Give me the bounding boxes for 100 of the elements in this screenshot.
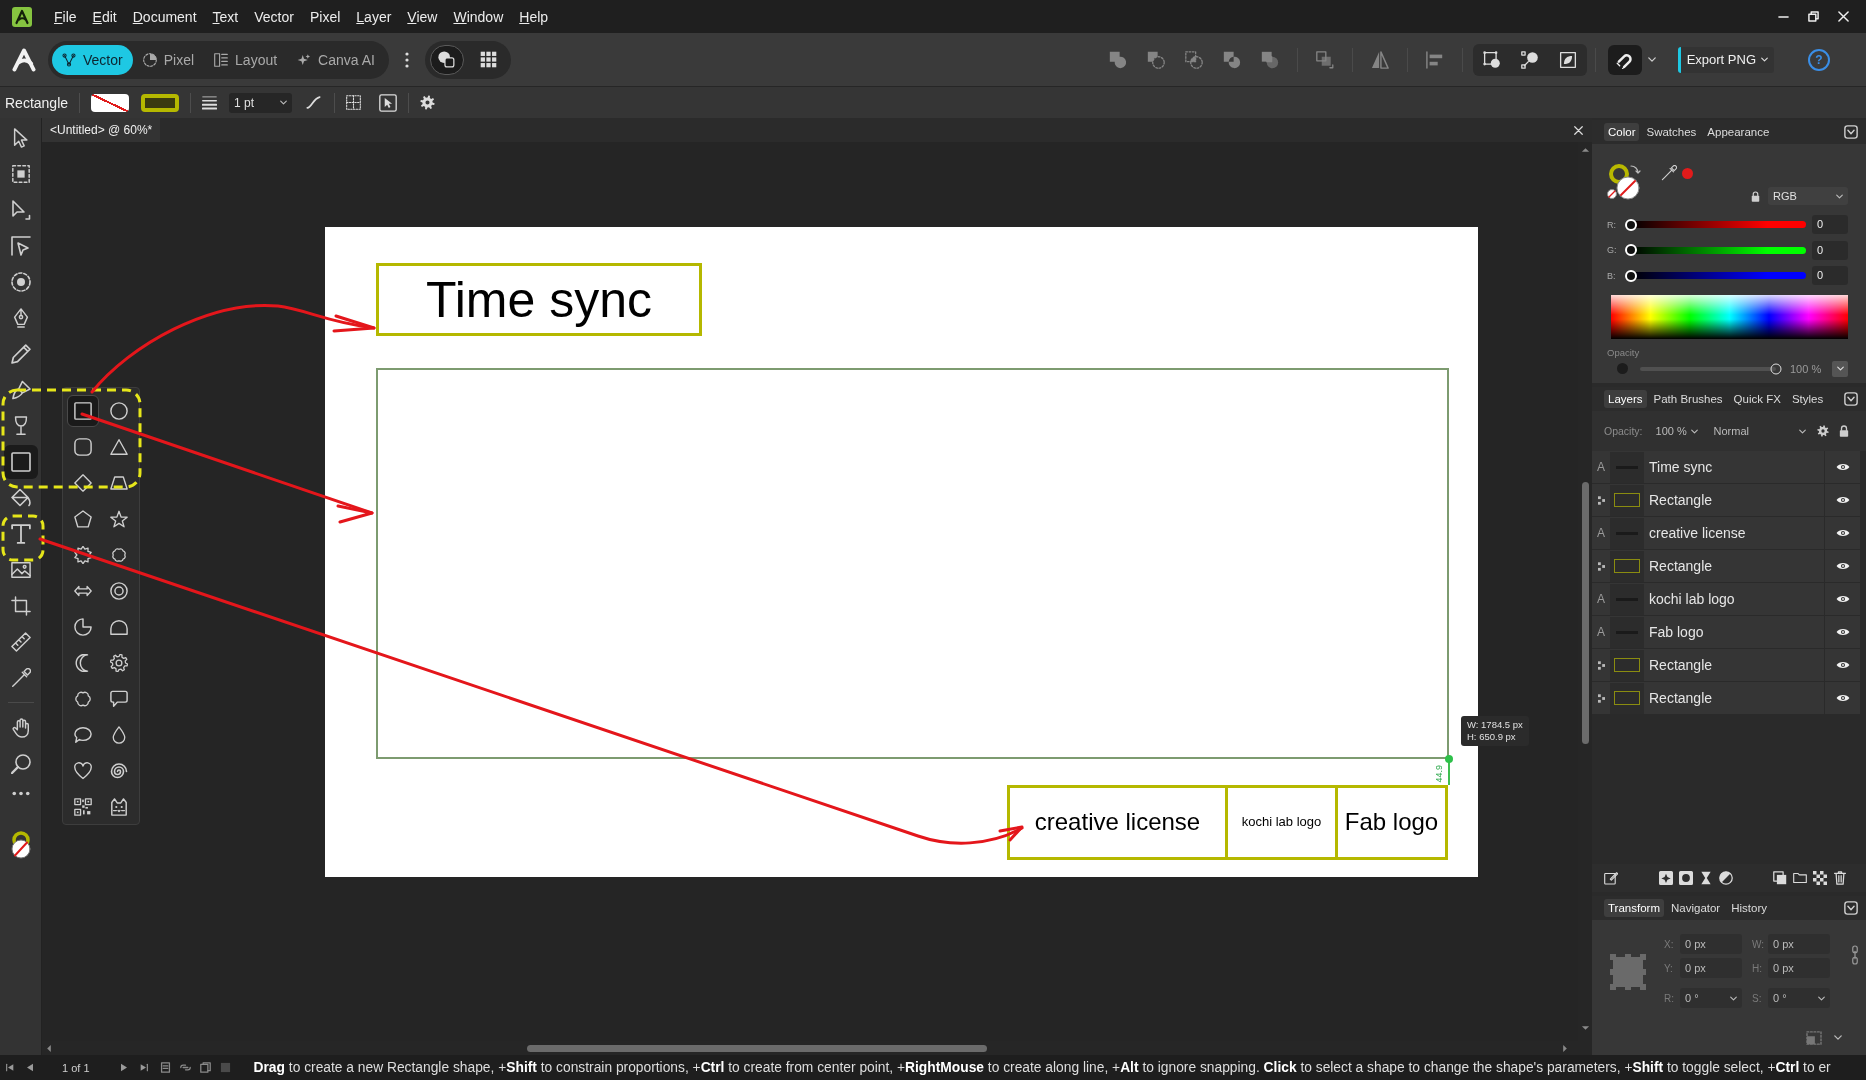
gear-icon[interactable] (1816, 425, 1829, 437)
scrollbar-thumb[interactable] (1581, 482, 1589, 744)
panel-tab[interactable]: Quick FX (1729, 390, 1785, 408)
panel-tab[interactable]: Color (1604, 123, 1640, 141)
persona-tab[interactable]: Canva AI (287, 44, 385, 75)
stroke-width-dropdown[interactable]: 1 pt (229, 92, 293, 113)
gear-icon[interactable] (420, 95, 436, 110)
more-icon[interactable] (404, 51, 409, 68)
view-toggle[interactable] (429, 44, 464, 75)
minimize-icon[interactable] (1778, 15, 1789, 18)
trash-icon[interactable] (1833, 871, 1847, 885)
menu-item[interactable]: Help (511, 6, 557, 27)
subtract-shapes-icon[interactable] (1146, 50, 1165, 69)
close-icon[interactable] (1838, 11, 1849, 22)
eyedropper-icon[interactable] (1661, 165, 1677, 181)
panel-tab[interactable]: Path Brushes (1649, 390, 1727, 408)
menu-item[interactable]: File (46, 6, 85, 27)
channel-value-field[interactable]: 0 (1812, 266, 1848, 286)
number-field[interactable]: 0 px (1768, 934, 1830, 954)
pages-icon[interactable] (199, 1062, 211, 1073)
layer-row[interactable]: A Time sync (1592, 451, 1860, 484)
layer-row[interactable]: Rectangle (1592, 550, 1860, 583)
fill-stroke-icon[interactable] (1607, 163, 1643, 201)
scroll-up-icon[interactable] (1580, 147, 1590, 153)
number-field[interactable]: 0 px (1768, 958, 1830, 978)
half-circle-icon[interactable] (1719, 871, 1733, 885)
document-tab[interactable]: <Untitled> @ 60%* (42, 118, 161, 142)
channel-value-field[interactable]: 0 (1812, 240, 1848, 260)
resize-handle[interactable] (1445, 755, 1453, 763)
eye-icon[interactable] (1835, 528, 1850, 538)
snapping-button[interactable] (1607, 44, 1642, 75)
panel-tab[interactable]: Navigator (1667, 899, 1725, 917)
layer-row[interactable]: Rectangle (1592, 649, 1860, 682)
app-icon[interactable] (12, 6, 32, 27)
chevron-down-icon[interactable] (1647, 57, 1656, 62)
channel-value-field[interactable]: 0 (1812, 215, 1848, 235)
dotted-grid-icon[interactable] (346, 95, 362, 110)
menu-item[interactable]: Layer (348, 6, 400, 27)
export-button[interactable]: Export PNG (1677, 46, 1774, 73)
merged-shapes-icon[interactable] (1108, 50, 1127, 69)
eye-icon[interactable] (1835, 462, 1850, 472)
panel-tab[interactable]: Layers (1604, 390, 1647, 408)
box-leaf-icon[interactable] (1558, 50, 1577, 69)
page-icon[interactable] (159, 1062, 171, 1073)
xor-shapes-icon[interactable] (1222, 50, 1241, 69)
tool-button[interactable] (3, 445, 38, 479)
collapse-icon[interactable] (1844, 392, 1858, 406)
menu-item[interactable]: Document (124, 6, 205, 27)
box-circle-icon[interactable] (1482, 50, 1501, 69)
scroll-left-icon[interactable] (46, 1043, 52, 1053)
folder-icon[interactable] (1793, 871, 1807, 885)
number-field[interactable]: 0 px (1680, 934, 1742, 954)
scroll-down-icon[interactable] (1580, 1025, 1590, 1031)
layer-row[interactable]: A Fab logo (1592, 616, 1860, 649)
persona-tab[interactable]: Vector (52, 44, 133, 75)
divide-shapes-icon[interactable] (1260, 50, 1279, 69)
color-spectrum[interactable] (1611, 294, 1848, 339)
align-left-icon[interactable] (1425, 50, 1444, 69)
line-weight-icon[interactable] (202, 95, 218, 110)
fill-swatch[interactable] (91, 93, 130, 112)
menu-item[interactable]: Pixel (301, 6, 349, 27)
opacity-dropdown[interactable]: 100 % (1650, 422, 1701, 440)
menu-item[interactable]: Edit (84, 6, 125, 27)
layer-row[interactable]: Rectangle (1592, 484, 1860, 517)
link-icon[interactable] (179, 1062, 191, 1073)
hourglass-icon[interactable] (1699, 871, 1713, 885)
lock-icon[interactable] (1838, 425, 1849, 437)
chevron-down-icon[interactable] (1834, 1035, 1842, 1040)
flip-icon[interactable] (1370, 50, 1389, 69)
menu-item[interactable]: Text (204, 6, 247, 27)
collapse-icon[interactable] (1844, 125, 1858, 139)
panel-tab[interactable]: Swatches (1642, 123, 1701, 141)
scrollbar-thumb[interactable] (527, 1044, 987, 1052)
dashed-box-icon[interactable] (1806, 1030, 1822, 1045)
duplicate-icon[interactable] (1773, 871, 1787, 885)
close-icon[interactable] (1574, 125, 1583, 135)
value-dropdown[interactable]: 0 ° (1768, 988, 1830, 1008)
edit-icon[interactable] (1604, 871, 1618, 885)
menu-item[interactable]: Vector (246, 6, 302, 27)
persona-tab[interactable]: Pixel (132, 44, 205, 75)
menu-item[interactable]: View (399, 6, 446, 27)
eye-icon[interactable] (1835, 594, 1850, 604)
panel-tab[interactable]: Styles (1787, 390, 1828, 408)
node-circle-icon[interactable] (1520, 50, 1539, 69)
eye-icon[interactable] (1835, 693, 1850, 703)
cursor-box-icon[interactable] (379, 93, 398, 112)
blend-mode-dropdown[interactable]: Normal (1708, 422, 1811, 440)
layer-row[interactable]: A creative license (1592, 517, 1860, 550)
shape-button[interactable] (67, 395, 99, 427)
previous-page-icon[interactable] (26, 1063, 34, 1072)
dropdown-button[interactable] (1832, 360, 1848, 377)
scroll-right-icon[interactable] (1562, 1043, 1568, 1053)
fill-stroke-icon[interactable] (8, 831, 33, 861)
eye-icon[interactable] (1835, 561, 1850, 571)
layer-row[interactable]: A kochi lab logo (1592, 583, 1860, 616)
menu-item[interactable]: Window (445, 6, 512, 27)
color-model-dropdown[interactable]: RGB (1768, 187, 1848, 205)
eye-icon[interactable] (1835, 627, 1850, 637)
stacked-squares-icon[interactable] (1315, 50, 1334, 69)
intersect-shapes-icon[interactable] (1184, 50, 1203, 69)
